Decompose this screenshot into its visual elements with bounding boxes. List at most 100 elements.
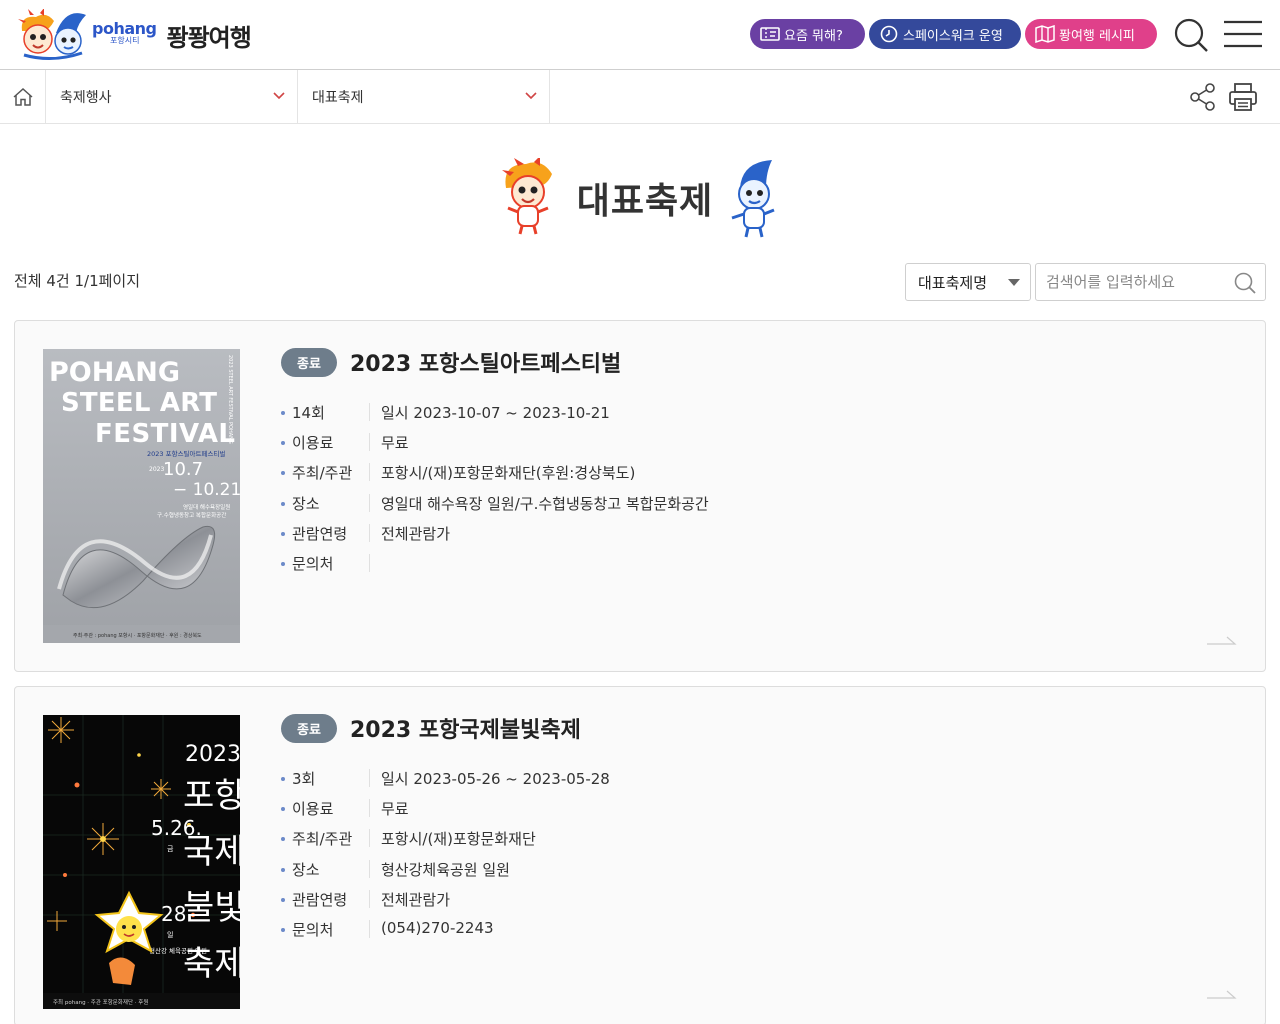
poster2-date2-weekday: 일 [167, 930, 173, 939]
poster2-year: 2023 [185, 742, 240, 767]
info-key: 장소 [292, 860, 320, 879]
page-title: 대표축제 [576, 181, 714, 222]
result-count: 전체 4건 1/1페이지 [14, 272, 141, 290]
arrow-right-icon[interactable] [1207, 989, 1237, 999]
status-badge: 종료 [281, 714, 337, 743]
search-box [1035, 263, 1266, 301]
travel-recipe-button[interactable]: 퐝여행 레시피 [1025, 19, 1157, 49]
spacewalk-label: 스페이스워크 운영 [903, 28, 1003, 44]
info-key: 14회 [292, 404, 325, 422]
print-button[interactable] [1227, 81, 1259, 113]
info-value: 일시 2023-05-26 ~ 2023-05-28 [381, 770, 610, 788]
poster1-date-to: − 10.21 [173, 480, 240, 500]
breadcrumb-home[interactable] [0, 70, 46, 124]
festival-info-list: 14회 일시 2023-10-07 ~ 2023-10-21 이용료 무료 주최/주… [281, 400, 1181, 581]
info-row-contact: 문의처 (054)270-2243 [281, 917, 1181, 947]
share-button[interactable] [1188, 82, 1218, 112]
info-row-host: 주최/주관 포항시/(재)포항문화재단 [281, 826, 1181, 856]
poster1-sub: 2023 포항스틸아트페스티벌 [147, 449, 225, 458]
poster1-line2: STEEL ART [61, 388, 217, 418]
breadcrumb-level2-label: 대표축제 [312, 90, 364, 106]
festival-card[interactable]: 2023 포항 국제 불빛 축제 5.26. 금 28. 일 형산강 체육공원 … [14, 686, 1266, 1024]
search-input[interactable] [1036, 264, 1226, 300]
map-icon [1035, 25, 1055, 43]
info-key: 이용료 [292, 434, 334, 453]
festival-title[interactable]: 2023 포항국제불빛축제 [350, 712, 581, 744]
header-search-button[interactable] [1172, 16, 1210, 54]
info-key: 이용료 [292, 800, 334, 819]
breadcrumb: 축제행사 대표축제 [0, 70, 1280, 124]
poster2-v1: 포항 [183, 776, 240, 816]
logo-korean: 퐝퐝여행 [166, 23, 251, 52]
info-row-fee: 이용료 무료 [281, 430, 1181, 460]
info-value: 형산강체육공원 일원 [381, 860, 510, 879]
clock-icon [879, 25, 899, 43]
caret-down-icon [1008, 279, 1020, 286]
hamburger-icon [1224, 20, 1262, 48]
breadcrumb-dropdown-category[interactable]: 축제행사 [46, 70, 298, 124]
site-header: pohang 포항시티 퐝퐝여행 요즘 뭐해? 스페이스워크 운영 퐝여행 레시… [0, 0, 1280, 70]
breadcrumb-dropdown-subcategory[interactable]: 대표축제 [298, 70, 550, 124]
share-icon [1190, 83, 1215, 111]
whats-on-label: 요즘 뭐해? [784, 28, 843, 44]
poster2-place: 형산강 체육공원 일원 [149, 946, 207, 955]
poster1-venue2: 구.수협냉동창고 복합문화공간 [157, 511, 226, 519]
info-row-venue: 장소 영일대 해수욕장 일원/구.수협냉동창고 복합문화공간 [281, 491, 1181, 521]
search-icon[interactable] [1233, 271, 1257, 295]
info-value: 포항시/(재)포항문화재단(후원:경상북도) [381, 464, 636, 483]
info-row-age: 관람연령 전체관람가 [281, 887, 1181, 917]
info-value: (054)270-2243 [381, 918, 494, 937]
ticket-icon [760, 25, 780, 43]
info-key: 문의처 [292, 554, 334, 573]
hamburger-menu-button[interactable] [1222, 18, 1264, 50]
search-icon [1174, 18, 1208, 52]
spacewalk-button[interactable]: 스페이스워크 운영 [869, 19, 1021, 49]
info-value: 영일대 해수욕장 일원/구.수협냉동창고 복합문화공간 [381, 494, 709, 513]
printer-icon [1229, 83, 1257, 111]
poster1-venue1: 영일대 해수욕장일원 [183, 503, 230, 511]
info-row-fee: 이용료 무료 [281, 796, 1181, 826]
poster2-date1-weekday: 금 [167, 845, 174, 853]
home-icon [13, 87, 32, 106]
poster2-footer: 주최 pohang · 주관 포항문화재단 · 후원 [53, 998, 148, 1006]
whats-on-button[interactable]: 요즘 뭐해? [750, 19, 865, 49]
festival-poster-image[interactable]: POHANG STEEL ART FESTIVAL 2023 포항스틸아트페스티… [43, 349, 240, 643]
poster1-line3: FESTIVAL [95, 419, 235, 449]
status-badge: 종료 [281, 348, 337, 377]
arrow-right-icon[interactable] [1207, 635, 1237, 645]
logo-subtext: 포항시티 [110, 36, 140, 45]
info-key: 관람연령 [292, 524, 348, 543]
info-value: 일시 2023-10-07 ~ 2023-10-21 [381, 404, 610, 422]
info-row-venue: 장소 형산강체육공원 일원 [281, 857, 1181, 887]
info-value: 전체관람가 [381, 524, 451, 543]
chevron-down-icon [525, 92, 537, 100]
travel-recipe-label: 퐝여행 레시피 [1059, 28, 1135, 44]
info-value: 무료 [381, 800, 409, 819]
info-value: 포항시/(재)포항문화재단 [381, 830, 536, 849]
poster1-date-from: 10.7 [163, 459, 203, 480]
mascot-logo-icon [16, 8, 90, 61]
festival-title[interactable]: 2023 포항스틸아트페스티벌 [350, 346, 621, 378]
festival-card[interactable]: POHANG STEEL ART FESTIVAL 2023 포항스틸아트페스티… [14, 320, 1266, 672]
info-row-host: 주최/주관 포항시/(재)포항문화재단(후원:경상북도) [281, 460, 1181, 490]
page-title-area: 대표축제 [500, 156, 780, 242]
festival-poster-image[interactable]: 2023 포항 국제 불빛 축제 5.26. 금 28. 일 형산강 체육공원 … [43, 715, 240, 1009]
info-row-contact: 문의처 [281, 551, 1181, 581]
poster1-line1: POHANG [49, 357, 180, 388]
info-key: 관람연령 [292, 890, 348, 909]
mascot-blue-icon [722, 158, 780, 240]
mascot-red-icon [500, 156, 560, 238]
info-row-edition: 14회 일시 2023-10-07 ~ 2023-10-21 [281, 400, 1181, 430]
festival-info-list: 3회 일시 2023-05-26 ~ 2023-05-28 이용료 무료 주최/주관… [281, 766, 1181, 947]
search-filter-select[interactable]: 대표축제명 [905, 263, 1031, 301]
poster2-date2: 28. [161, 902, 193, 926]
poster2-date1: 5.26. [151, 816, 202, 840]
site-logo[interactable]: pohang 포항시티 퐝퐝여행 [16, 8, 266, 62]
search-filter-value: 대표축제명 [918, 273, 988, 292]
chevron-down-icon [273, 92, 285, 100]
info-key: 주최/주관 [292, 830, 353, 849]
info-row-edition: 3회 일시 2023-05-26 ~ 2023-05-28 [281, 766, 1181, 796]
info-key: 문의처 [292, 920, 334, 939]
info-row-age: 관람연령 전체관람가 [281, 521, 1181, 551]
info-value: 전체관람가 [381, 890, 451, 909]
